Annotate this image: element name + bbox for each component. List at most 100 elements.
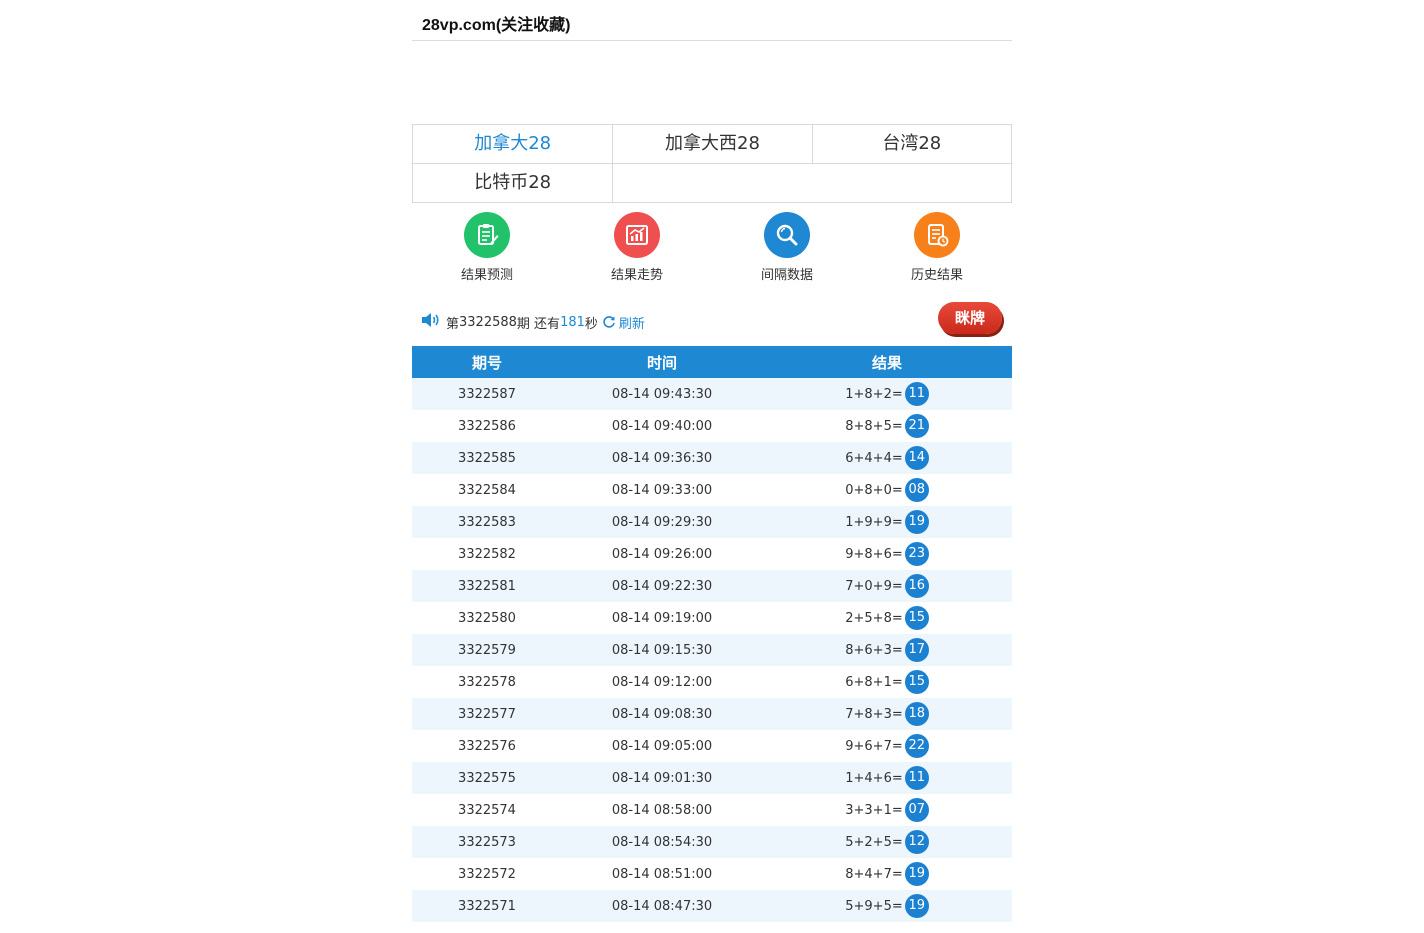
time-cell: 08-14 09:22:30 <box>562 570 762 602</box>
result-wrap: 1+8+2= 11 <box>845 382 929 406</box>
table-row: 3322586 08-14 09:40:00 8+8+5= 21 <box>412 410 1012 442</box>
reveal-card-button[interactable]: 眯牌 <box>938 302 1002 334</box>
table-row: 3322576 08-14 09:05:00 9+6+7= 22 <box>412 730 1012 762</box>
table-row: 3322571 08-14 08:47:30 5+9+5= 19 <box>412 890 1012 922</box>
result-formula: 6+8+1= <box>845 674 903 690</box>
issue-cell: 3322577 <box>412 698 562 730</box>
speaker-icon <box>420 311 442 333</box>
lottery-grid-row: 比特币28 <box>413 163 1011 202</box>
result-sum-ball: 12 <box>904 830 929 854</box>
result-sum-ball: 19 <box>904 510 929 534</box>
result-wrap: 3+3+1= 07 <box>845 798 929 822</box>
result-formula: 1+8+2= <box>845 386 903 402</box>
menu-trend[interactable]: 结果走势 <box>577 212 697 283</box>
issue-cell: 3322576 <box>412 730 562 762</box>
table-row: 3322583 08-14 09:29:30 1+9+9= 19 <box>412 506 1012 538</box>
table-row: 3322572 08-14 08:51:00 8+4+7= 19 <box>412 858 1012 890</box>
lottery-grid-row: 加拿大28 加拿大西28 台湾28 <box>413 125 1011 163</box>
result-cell: 8+6+3= 17 <box>762 634 1012 666</box>
result-sum-ball: 07 <box>904 798 929 822</box>
result-sum-ball: 11 <box>904 766 929 790</box>
tab-canada-28[interactable]: 加拿大28 <box>413 125 612 163</box>
result-wrap: 6+8+1= 15 <box>845 670 929 694</box>
page-container: 28vp.com(关注收藏) 加拿大28 加拿大西28 台湾28 比特币28 结… <box>412 0 1012 922</box>
time-cell: 08-14 08:54:30 <box>562 826 762 858</box>
issue-cell: 3322575 <box>412 762 562 794</box>
table-row: 3322577 08-14 09:08:30 7+8+3= 18 <box>412 698 1012 730</box>
result-cell: 1+8+2= 11 <box>762 378 1012 410</box>
result-wrap: 1+4+6= 11 <box>845 766 929 790</box>
issue-prefix: 第 <box>446 316 460 332</box>
issue-cell: 3322574 <box>412 794 562 826</box>
issue-cell: 3322571 <box>412 890 562 922</box>
column-header-time: 时间 <box>562 346 762 378</box>
result-formula: 6+4+4= <box>845 450 903 466</box>
result-cell: 2+5+8= 15 <box>762 602 1012 634</box>
menu-label: 间隔数据 <box>760 268 813 283</box>
result-formula: 5+2+5= <box>845 834 903 850</box>
column-header-result: 结果 <box>762 346 1012 378</box>
result-cell: 7+8+3= 18 <box>762 698 1012 730</box>
result-formula: 5+9+5= <box>845 898 903 914</box>
result-wrap: 9+6+7= 22 <box>845 734 929 758</box>
result-sum-ball: 22 <box>904 734 929 758</box>
issue-cell: 3322587 <box>412 378 562 410</box>
tab-taiwan-28[interactable]: 台湾28 <box>811 125 1011 163</box>
draw-status-bar: 第 3322588 期 还有 181 秒 刷新 眯牌 <box>412 302 1012 339</box>
result-sum-ball: 15 <box>904 670 929 694</box>
result-cell: 9+6+7= 22 <box>762 730 1012 762</box>
issue-cell: 3322584 <box>412 474 562 506</box>
result-sum-ball: 14 <box>904 446 929 470</box>
menu-history[interactable]: 历史结果 <box>877 212 997 283</box>
countdown-text: 第 3322588 期 还有 181 秒 刷新 <box>420 311 645 333</box>
result-formula: 1+9+9= <box>845 514 903 530</box>
result-wrap: 2+5+8= 15 <box>845 606 929 630</box>
result-formula: 9+6+7= <box>845 738 903 754</box>
table-row: 3322584 08-14 09:33:00 0+8+0= 08 <box>412 474 1012 506</box>
time-cell: 08-14 09:33:00 <box>562 474 762 506</box>
menu-prediction[interactable]: 结果预测 <box>427 212 547 283</box>
result-formula: 9+8+6= <box>845 546 903 562</box>
result-formula: 2+5+8= <box>845 610 903 626</box>
result-wrap: 1+9+9= 19 <box>845 510 929 534</box>
issue-cell: 3322586 <box>412 410 562 442</box>
table-row: 3322581 08-14 09:22:30 7+0+9= 16 <box>412 570 1012 602</box>
refresh-label: 刷新 <box>618 316 645 332</box>
issue-cell: 3322572 <box>412 858 562 890</box>
time-cell: 08-14 08:51:00 <box>562 858 762 890</box>
table-row: 3322582 08-14 09:26:00 9+8+6= 23 <box>412 538 1012 570</box>
issue-middle-text: 期 还有 <box>516 316 561 332</box>
time-cell: 08-14 08:47:30 <box>562 890 762 922</box>
menu-label: 结果走势 <box>610 268 663 283</box>
result-sum-ball: 15 <box>904 606 929 630</box>
seconds-suffix: 秒 <box>584 316 598 332</box>
table-row: 3322579 08-14 09:15:30 8+6+3= 17 <box>412 634 1012 666</box>
result-wrap: 6+4+4= 14 <box>845 446 929 470</box>
time-cell: 08-14 09:15:30 <box>562 634 762 666</box>
table-row: 3322578 08-14 09:12:00 6+8+1= 15 <box>412 666 1012 698</box>
grid-empty-cell <box>612 164 1011 202</box>
result-wrap: 8+6+3= 17 <box>845 638 929 662</box>
result-wrap: 9+8+6= 23 <box>845 542 929 566</box>
tab-bitcoin-28[interactable]: 比特币28 <box>413 164 612 202</box>
table-row: 3322587 08-14 09:43:30 1+8+2= 11 <box>412 378 1012 410</box>
result-cell: 8+4+7= 19 <box>762 858 1012 890</box>
result-wrap: 7+8+3= 18 <box>845 702 929 726</box>
column-header-issue: 期号 <box>412 346 562 378</box>
result-cell: 7+0+9= 16 <box>762 570 1012 602</box>
next-issue-number: 3322588 <box>459 314 517 330</box>
magnifier-icon <box>764 212 810 258</box>
tab-canada-west-28[interactable]: 加拿大西28 <box>612 125 811 163</box>
table-row: 3322580 08-14 09:19:00 2+5+8= 15 <box>412 602 1012 634</box>
result-wrap: 7+0+9= 16 <box>845 574 929 598</box>
menu-interval[interactable]: 间隔数据 <box>727 212 847 283</box>
result-cell: 1+9+9= 19 <box>762 506 1012 538</box>
result-formula: 1+4+6= <box>845 770 903 786</box>
time-cell: 08-14 09:36:30 <box>562 442 762 474</box>
refresh-link[interactable]: 刷新 <box>602 313 645 332</box>
trend-chart-icon <box>614 212 660 258</box>
result-cell: 6+4+4= 14 <box>762 442 1012 474</box>
time-cell: 08-14 09:43:30 <box>562 378 762 410</box>
result-sum-ball: 23 <box>904 542 929 566</box>
result-cell: 8+8+5= 21 <box>762 410 1012 442</box>
